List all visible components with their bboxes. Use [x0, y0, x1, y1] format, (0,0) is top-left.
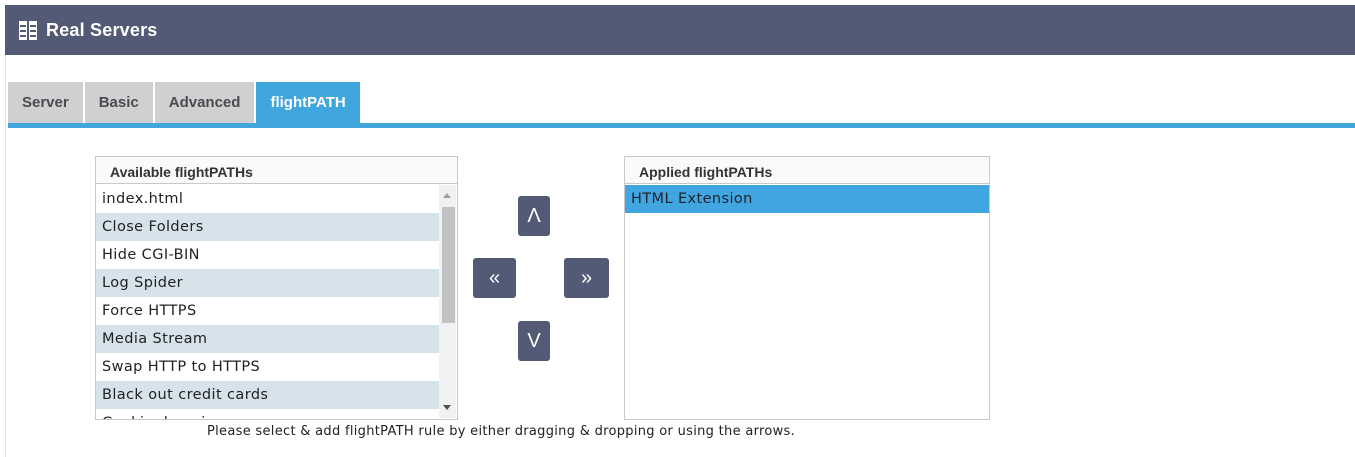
scroll-down-icon[interactable] — [443, 405, 451, 410]
scrollbar-thumb[interactable] — [442, 207, 455, 323]
available-flightpaths-list[interactable]: Available flightPATHs index.html Close F… — [95, 156, 458, 420]
move-up-button[interactable]: Λ — [518, 196, 550, 236]
list-item[interactable]: Hide CGI-BIN — [96, 241, 439, 269]
tab-advanced[interactable]: Advanced — [154, 82, 255, 124]
list-item[interactable]: Close Folders — [96, 213, 439, 241]
applied-list-items: HTML Extension — [625, 185, 989, 419]
tab-underline — [8, 123, 1355, 128]
add-flightpath-button[interactable]: » — [564, 258, 609, 298]
available-list-heading: Available flightPATHs — [96, 157, 457, 184]
list-item[interactable]: Log Spider — [96, 269, 439, 297]
scrollbar[interactable] — [439, 185, 456, 418]
list-item[interactable]: Swap HTTP to HTTPS — [96, 353, 439, 381]
tab-flightpath[interactable]: flightPATH — [256, 82, 360, 126]
available-list-items: index.html Close Folders Hide CGI-BIN Lo… — [96, 185, 439, 419]
list-item[interactable]: Force HTTPS — [96, 297, 439, 325]
double-left-icon: « — [488, 266, 501, 289]
page-title: Real Servers — [46, 19, 158, 40]
list-item[interactable]: Cookie domain — [96, 409, 439, 419]
instruction-text: Please select & add flightPATH rule by e… — [207, 424, 796, 439]
list-item[interactable]: Black out credit cards — [96, 381, 439, 409]
scroll-up-icon[interactable] — [443, 193, 451, 198]
list-item[interactable]: Media Stream — [96, 325, 439, 353]
section-header: Real Servers — [5, 5, 1355, 55]
tab-server[interactable]: Server — [8, 82, 83, 124]
remove-flightpath-button[interactable]: « — [473, 258, 516, 298]
double-right-icon: » — [580, 266, 593, 289]
list-item[interactable]: index.html — [96, 185, 439, 213]
list-item[interactable]: HTML Extension — [625, 185, 989, 213]
servers-icon — [19, 20, 38, 40]
chevron-down-icon: V — [527, 329, 541, 352]
applied-list-heading: Applied flightPATHs — [625, 157, 989, 184]
chevron-up-icon: Λ — [527, 204, 541, 227]
tab-bar: Server Basic Advanced flightPATH — [8, 82, 362, 126]
applied-flightpaths-list[interactable]: Applied flightPATHs HTML Extension — [624, 156, 990, 420]
move-down-button[interactable]: V — [518, 321, 550, 361]
tab-basic[interactable]: Basic — [84, 82, 153, 124]
